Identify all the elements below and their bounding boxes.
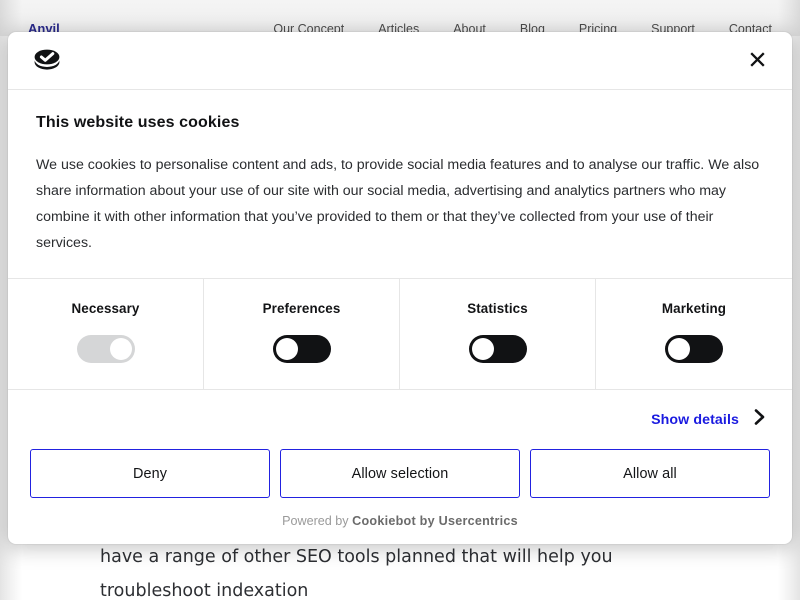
category-necessary: Necessary — [8, 279, 204, 389]
page-article-text: have a range of other SEO tools planned … — [0, 540, 800, 600]
category-label-statistics: Statistics — [467, 301, 528, 316]
dialog-title: This website uses cookies — [36, 114, 240, 131]
toggle-switch-statistics[interactable] — [468, 335, 527, 363]
cookie-consent-dialog: This website uses cookies We use cookies… — [8, 32, 792, 544]
cookiebot-cookie-check-icon — [30, 41, 64, 80]
category-label-preferences: Preferences — [262, 301, 341, 316]
show-details-label: Show details — [651, 411, 739, 428]
site-navigation-bar: Anvil Our Concept Articles About Blog Pr… — [0, 0, 800, 36]
category-preferences: Preferences — [204, 279, 400, 389]
details-row: Show details — [8, 390, 792, 445]
allow-all-button[interactable]: Allow all — [530, 449, 770, 498]
dialog-actions: Deny Allow selection Allow all — [8, 445, 792, 510]
cookiebot-logo — [30, 41, 64, 80]
category-label-marketing: Marketing — [661, 301, 727, 316]
close-banner-button[interactable] — [740, 44, 774, 78]
powered-by-footer: Powered by Cookiebot by Usercentrics — [8, 510, 792, 544]
show-details-link[interactable]: Show details — [649, 404, 768, 435]
toggle-knob — [471, 338, 494, 360]
toggle-switch-on-locked[interactable] — [76, 335, 135, 363]
dialog-header — [8, 32, 792, 90]
chevron-right-icon — [753, 408, 766, 431]
category-statistics: Statistics — [400, 279, 596, 389]
toggle-switch-marketing[interactable] — [665, 335, 723, 363]
toggle-knob — [109, 338, 132, 360]
category-label-necessary: Necessary — [71, 301, 140, 316]
dialog-body-text: We use cookies to personalise content an… — [36, 157, 760, 251]
powered-by-prefix: Powered by — [282, 514, 349, 528]
toggle-knob — [275, 338, 298, 360]
allow-selection-button[interactable]: Allow selection — [280, 449, 520, 498]
close-icon — [749, 51, 766, 71]
deny-button[interactable]: Deny — [30, 449, 270, 498]
toggle-switch-preferences[interactable] — [272, 335, 331, 363]
powered-by-brand[interactable]: Cookiebot by Usercentrics — [352, 514, 518, 528]
article-line-1: have a range of other SEO tools planned … — [100, 547, 613, 600]
category-marketing: Marketing — [596, 279, 792, 389]
toggle-knob — [668, 338, 690, 360]
dialog-message-section: This website uses cookies We use cookies… — [8, 90, 792, 279]
consent-categories: Necessary Preferences Statistics Marketi… — [8, 279, 792, 390]
